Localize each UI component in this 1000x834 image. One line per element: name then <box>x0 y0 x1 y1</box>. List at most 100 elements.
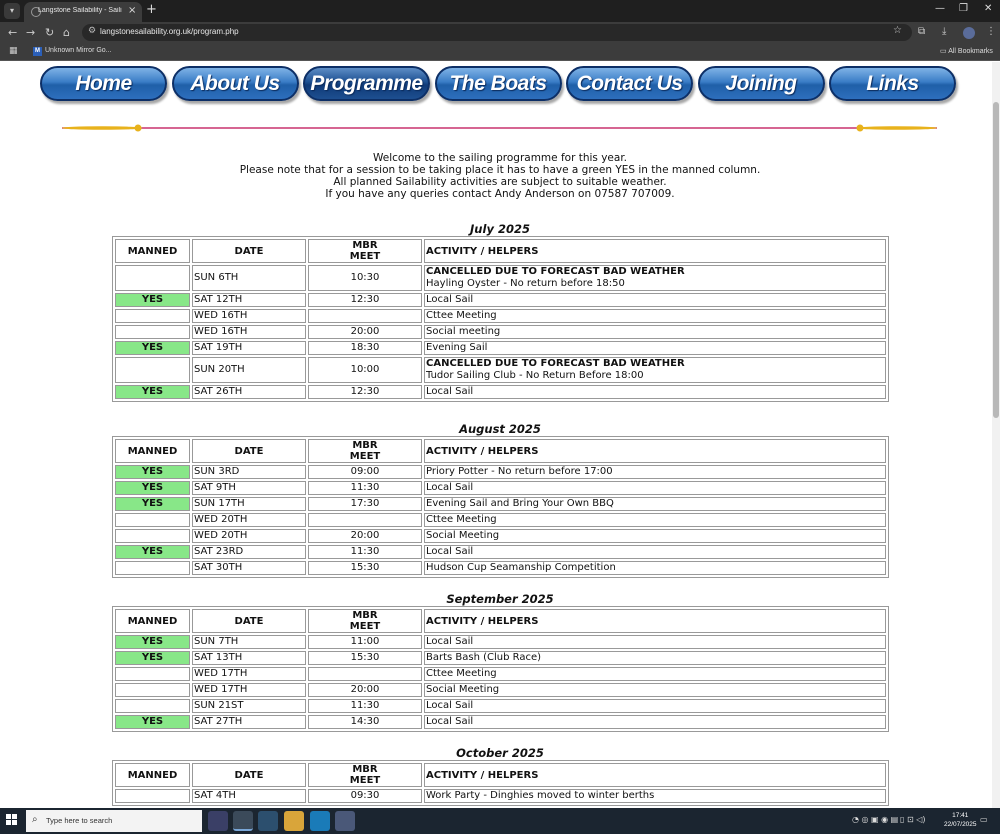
date-cell: SUN 7TH <box>192 635 306 649</box>
nav-button-label: The Boats <box>449 72 547 95</box>
intro-line: If you have any queries contact Andy And… <box>325 188 675 200</box>
decorative-divider <box>62 124 937 132</box>
table-row: YES SAT 27TH 14:30 Local Sail <box>115 715 886 729</box>
month-title: August 2025 <box>459 422 541 436</box>
table-row: WED 20TH 20:00 Social Meeting <box>115 529 886 543</box>
meet-time-cell: 14:30 <box>308 715 422 729</box>
meet-time-cell: 12:30 <box>308 293 422 307</box>
table-header-row: MANNED DATE MBR MEET ACTIVITY / HELPERS <box>115 763 886 787</box>
activity-text: Local Sail <box>426 636 474 647</box>
bookmark-star-icon[interactable]: ☆ <box>893 25 902 36</box>
taskbar-clock[interactable]: 17:41 22/07/2025 <box>944 811 977 829</box>
scrollbar-thumb[interactable] <box>993 102 999 418</box>
activity-cell: Social meeting <box>424 325 886 339</box>
forward-icon[interactable]: → <box>26 26 35 39</box>
schedule-table: MANNED DATE MBR MEET ACTIVITY / HELPERS YES SU… <box>112 436 889 578</box>
nav-programme-button[interactable]: Programme <box>303 66 430 101</box>
nav-about-us-button[interactable]: About Us <box>171 66 299 101</box>
windows-start-icon[interactable] <box>6 814 18 826</box>
intro-text: Welcome to the sailing programme for thi… <box>0 152 992 200</box>
manned-cell: YES <box>115 341 190 355</box>
date-header: DATE <box>192 609 306 633</box>
manned-header: MANNED <box>115 763 190 787</box>
table-row: SUN 20TH 10:00 CANCELLED DUE TO FORECAST B… <box>115 357 886 383</box>
meet-header: MBR MEET <box>308 239 422 263</box>
taskbar-app-icon[interactable] <box>258 811 278 831</box>
cancellation-notice: CANCELLED DUE TO FORECAST BAD WEATHER <box>426 266 685 277</box>
back-icon[interactable]: ← <box>8 26 17 39</box>
browser-tab[interactable]: Langstone Sailability - Sailing P × <box>24 2 142 22</box>
schedule-table: MANNED DATE MBR MEET ACTIVITY / HELPERS SUN 6… <box>112 236 889 402</box>
activity-cell: Hudson Cup Seamanship Competition <box>424 561 886 575</box>
activity-cell: Local Sail <box>424 481 886 495</box>
meet-time-cell <box>308 309 422 323</box>
all-bookmarks-label: All Bookmarks <box>948 48 993 55</box>
activity-text: Cttee Meeting <box>426 310 497 321</box>
browser-tab-bar: ▾ Langstone Sailability - Sailing P × + … <box>0 0 1000 22</box>
all-bookmarks-button[interactable]: ▭ All Bookmarks <box>940 47 993 55</box>
minimize-icon[interactable]: — <box>935 3 945 14</box>
nav-the-boats-button[interactable]: The Boats <box>434 66 562 101</box>
chrome-taskbar-icon[interactable] <box>233 811 253 831</box>
extensions-icon[interactable]: ⧉ <box>918 26 925 37</box>
nav-home-button[interactable]: Home <box>40 66 167 101</box>
tab-search-button[interactable]: ▾ <box>4 3 20 19</box>
restore-icon[interactable]: ❐ <box>959 3 968 14</box>
manned-cell: YES <box>115 481 190 495</box>
activity-cell: Evening Sail <box>424 341 886 355</box>
activity-header: ACTIVITY / HELPERS <box>424 239 886 263</box>
manned-cell <box>115 561 190 575</box>
home-icon[interactable]: ⌂ <box>63 26 70 39</box>
close-window-icon[interactable]: ✕ <box>984 3 992 14</box>
manned-cell <box>115 699 190 713</box>
table-row: YES SUN 3RD 09:00 Priory Potter - No return… <box>115 465 886 479</box>
manned-cell: YES <box>115 545 190 559</box>
date-cell: SUN 21ST <box>192 699 306 713</box>
table-row: YES SAT 13TH 15:30 Barts Bash (Club Race) <box>115 651 886 665</box>
date-cell: SAT 9TH <box>192 481 306 495</box>
date-header: DATE <box>192 239 306 263</box>
file-explorer-icon[interactable] <box>284 811 304 831</box>
activity-cell: Cttee Meeting <box>424 513 886 527</box>
nav-links-button[interactable]: Links <box>829 66 956 101</box>
activity-cell: Cttee Meeting <box>424 667 886 681</box>
new-tab-icon[interactable]: + <box>146 2 157 17</box>
taskbar-app-icon[interactable] <box>208 811 228 831</box>
notifications-icon[interactable]: ▭ <box>980 815 988 824</box>
manned-cell: YES <box>115 293 190 307</box>
download-icon[interactable]: ⤓ <box>942 26 946 37</box>
nav-joining-button[interactable]: Joining <box>697 66 825 101</box>
network-volume-icon[interactable]: ▯ ⊡ ◁) <box>900 815 925 824</box>
intro-line: All planned Sailability activities are s… <box>333 176 667 188</box>
month-title: September 2025 <box>446 592 554 606</box>
tab-close-icon[interactable]: × <box>128 5 136 16</box>
nav-contact-us-button[interactable]: Contact Us <box>566 66 693 101</box>
page-scrollbar[interactable] <box>992 62 1000 808</box>
browser-menu-icon[interactable]: ⋮ <box>986 26 996 37</box>
taskbar-date: 22/07/2025 <box>944 821 977 828</box>
address-bar[interactable]: ⚙ langstonesailability.org.uk/program.ph… <box>82 24 912 41</box>
activity-text: Local Sail <box>426 546 474 557</box>
tray-icons[interactable]: ◔ ◎ ▣ ◉ ▤ <box>852 815 898 824</box>
taskbar-search-box[interactable]: ⌕ Type here to search <box>26 810 202 832</box>
site-info-icon[interactable]: ⚙ <box>88 26 96 36</box>
meet-header: MBR MEET <box>308 439 422 463</box>
table-row: SAT 30TH 15:30 Hudson Cup Seamanship Compe… <box>115 561 886 575</box>
reload-icon[interactable]: ↻ <box>45 26 54 39</box>
activity-cell: Local Sail <box>424 385 886 399</box>
date-cell: SAT 30TH <box>192 561 306 575</box>
activity-text: Local Sail <box>426 294 474 305</box>
activity-cell: Local Sail <box>424 715 886 729</box>
edge-taskbar-icon[interactable] <box>310 811 330 831</box>
activity-text: Cttee Meeting <box>426 668 497 679</box>
bookmark-item[interactable]: Unknown Mirror Go... <box>45 47 112 54</box>
activity-text: Local Sail <box>426 482 474 493</box>
schedule-table: MANNED DATE MBR MEET ACTIVITY / HELPERS YES SU… <box>112 606 889 732</box>
profile-avatar[interactable] <box>963 27 975 39</box>
table-row: YES SUN 17TH 17:30 Evening Sail and Bring Y… <box>115 497 886 511</box>
table-row: YES SAT 26TH 12:30 Local Sail <box>115 385 886 399</box>
apps-grid-icon[interactable]: ▦ <box>9 46 18 56</box>
nav-button-label: Links <box>866 72 919 95</box>
meet-time-cell: 15:30 <box>308 561 422 575</box>
taskbar-app-icon[interactable] <box>335 811 355 831</box>
